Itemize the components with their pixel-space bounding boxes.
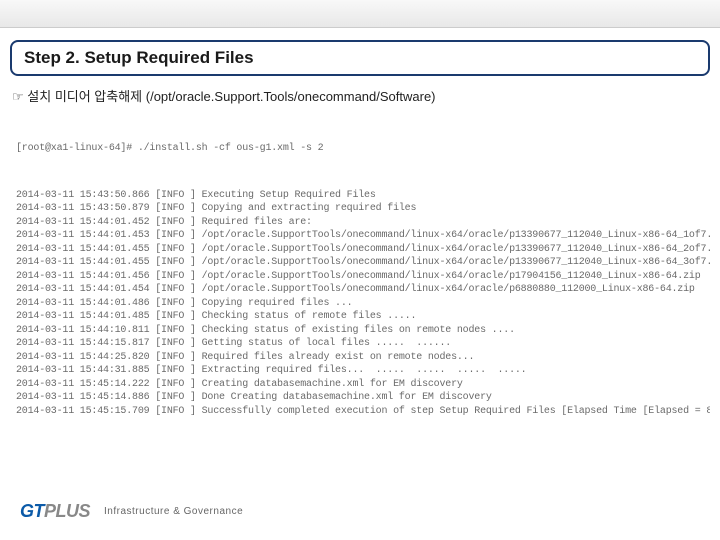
footer-tagline: Infrastructure & Governance — [104, 506, 243, 517]
log-line: 2014-03-11 15:43:50.879 [INFO ] Copying … — [16, 202, 704, 216]
log-line: 2014-03-11 15:44:15.817 [INFO ] Getting … — [16, 337, 704, 351]
log-line: 2014-03-11 15:44:01.455 [INFO ] /opt/ora… — [16, 243, 704, 257]
step-title: Step 2. Setup Required Files — [24, 48, 254, 67]
log-line: 2014-03-11 15:44:31.885 [INFO ] Extracti… — [16, 364, 704, 378]
log-line: 2014-03-11 15:44:10.811 [INFO ] Checking… — [16, 324, 704, 338]
step-header: Step 2. Setup Required Files — [10, 40, 710, 76]
logo-plus: PLUS — [44, 501, 90, 521]
logo: GTPLUS — [20, 501, 90, 522]
log-line: 2014-03-11 15:44:01.455 [INFO ] /opt/ora… — [16, 256, 704, 270]
log-line: 2014-03-11 15:44:25.820 [INFO ] Required… — [16, 351, 704, 365]
footer: GTPLUS Infrastructure & Governance — [20, 501, 720, 522]
terminal-output: [root@xa1-linux-64]# ./install.sh -cf ou… — [10, 111, 710, 436]
subtitle-row: ☞ 설치 미디어 압축해제 (/opt/oracle.Support.Tools… — [12, 86, 708, 105]
log-line: 2014-03-11 15:45:15.709 [INFO ] Successf… — [16, 405, 704, 419]
log-line: 2014-03-11 15:44:01.452 [INFO ] Required… — [16, 216, 704, 230]
pointer-icon: ☞ — [12, 89, 24, 104]
subtitle-text: 설치 미디어 압축해제 (/opt/oracle.Support.Tools/o… — [27, 89, 435, 104]
logo-gt: GT — [20, 501, 44, 521]
log-line: 2014-03-11 15:45:14.222 [INFO ] Creating… — [16, 378, 704, 392]
log-line: 2014-03-11 15:44:01.485 [INFO ] Checking… — [16, 310, 704, 324]
log-line: 2014-03-11 15:45:14.886 [INFO ] Done Cre… — [16, 391, 704, 405]
window-top-bar — [0, 0, 720, 28]
log-line: 2014-03-11 15:44:01.453 [INFO ] /opt/ora… — [16, 229, 704, 243]
terminal-prompt: [root@xa1-linux-64]# ./install.sh -cf ou… — [16, 142, 704, 156]
log-line: 2014-03-11 15:44:01.456 [INFO ] /opt/ora… — [16, 270, 704, 284]
log-line: 2014-03-11 15:44:01.454 [INFO ] /opt/ora… — [16, 283, 704, 297]
log-line: 2014-03-11 15:44:01.486 [INFO ] Copying … — [16, 297, 704, 311]
log-line: 2014-03-11 15:43:50.866 [INFO ] Executin… — [16, 189, 704, 203]
terminal-log-lines: 2014-03-11 15:43:50.866 [INFO ] Executin… — [16, 189, 704, 419]
